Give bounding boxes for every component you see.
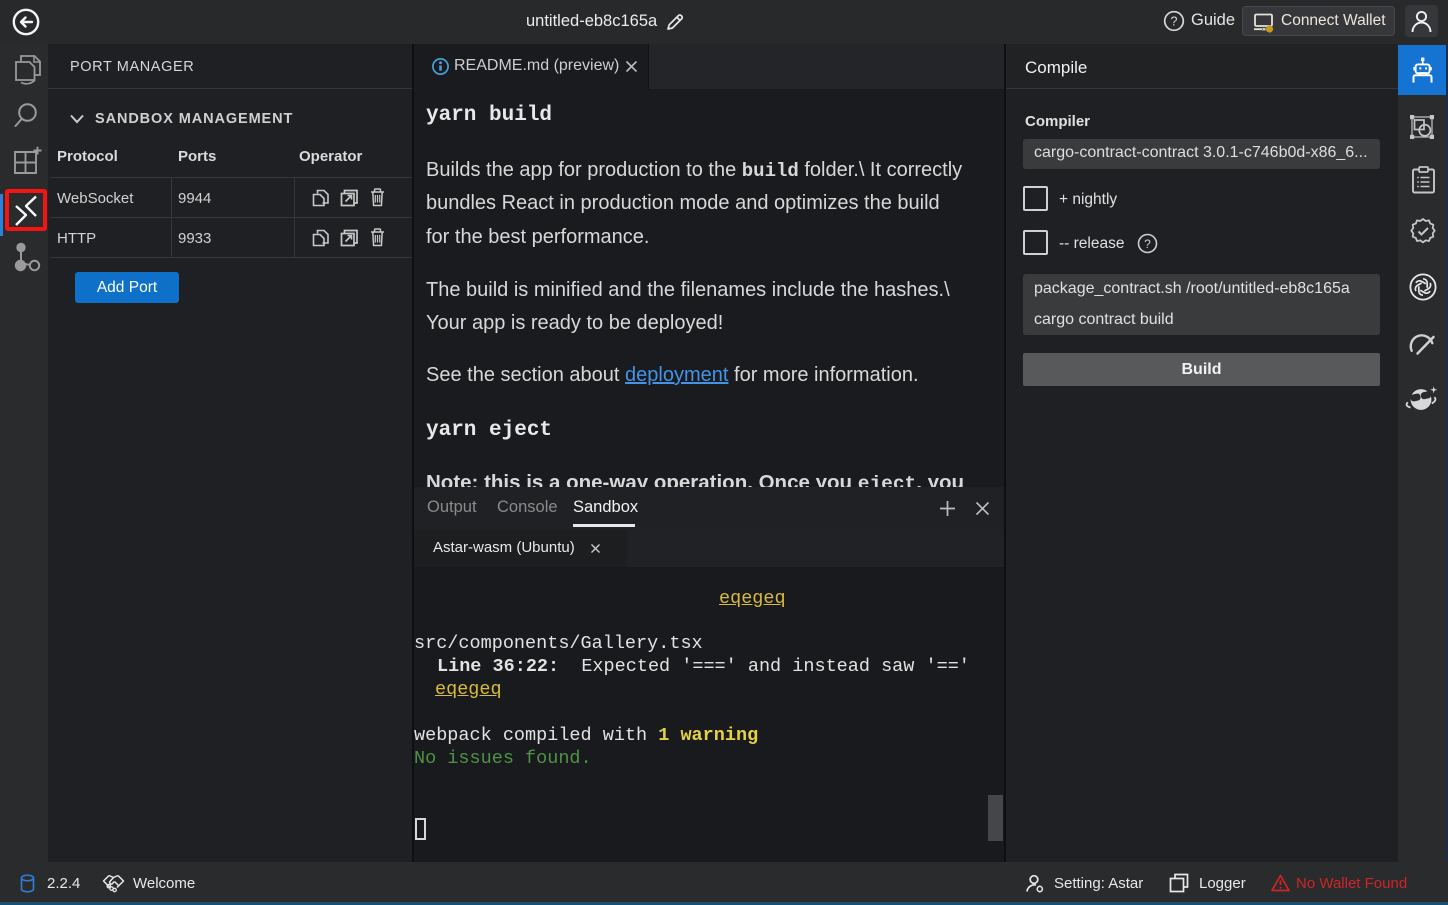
svg-text:?: ? (1144, 237, 1151, 251)
svg-text:?: ? (1171, 15, 1178, 29)
